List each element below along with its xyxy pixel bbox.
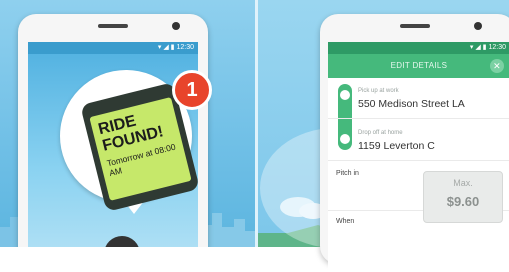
camera-icon <box>172 22 180 30</box>
pickup-step-icon <box>340 90 350 100</box>
pickup-address-field[interactable]: 550 Medison Street LA <box>358 98 465 110</box>
status-bar: ▾ ◢ ▮ 12:30 <box>28 42 198 54</box>
max-label: Max. <box>453 178 473 188</box>
edit-details-header: EDIT DETAILS ✕ <box>328 54 509 78</box>
route-step-indicator <box>338 84 352 150</box>
ride-found-screen: RIDE FOUND! Tomorrow at 08:00 AM <box>89 97 192 201</box>
max-price-value: $9.60 <box>446 194 480 209</box>
divider <box>328 118 509 119</box>
dropoff-address-field[interactable]: 1159 Leverton C <box>358 140 435 152</box>
pickup-label: Pick up at work <box>358 88 399 94</box>
phone-mockup-right: ▾ ◢ ▮ 12:30 EDIT DETAILS ✕ Pick up at wo… <box>320 14 509 272</box>
pitch-in-label: Pitch in <box>336 170 359 177</box>
status-icons: ▾ ◢ ▮ <box>469 44 489 51</box>
when-label: When <box>336 218 355 225</box>
status-icons: ▾ ◢ ▮ <box>157 44 177 51</box>
dropoff-step-icon <box>340 134 350 144</box>
speaker-icon <box>98 24 128 28</box>
close-icon: ✕ <box>493 61 501 71</box>
speaker-icon <box>400 24 430 28</box>
left-promo-panel: ▾ ◢ ▮ 12:30 RIDE FOUND! Tomorrow at 08:0… <box>0 0 255 247</box>
close-button[interactable]: ✕ <box>490 59 504 73</box>
camera-icon <box>474 22 482 30</box>
notification-count-badge: 1 <box>172 70 212 110</box>
page-title: EDIT DETAILS <box>390 61 448 70</box>
max-price-field[interactable]: Max. $9.60 <box>423 171 503 223</box>
dropoff-label: Drop off at home <box>358 130 403 136</box>
divider <box>328 160 509 161</box>
status-time: 12:30 <box>488 44 506 51</box>
status-bar: ▾ ◢ ▮ 12:30 <box>328 42 509 54</box>
status-time: 12:30 <box>176 44 194 51</box>
phone-screen-right: ▾ ◢ ▮ 12:30 EDIT DETAILS ✕ Pick up at wo… <box>328 42 509 272</box>
